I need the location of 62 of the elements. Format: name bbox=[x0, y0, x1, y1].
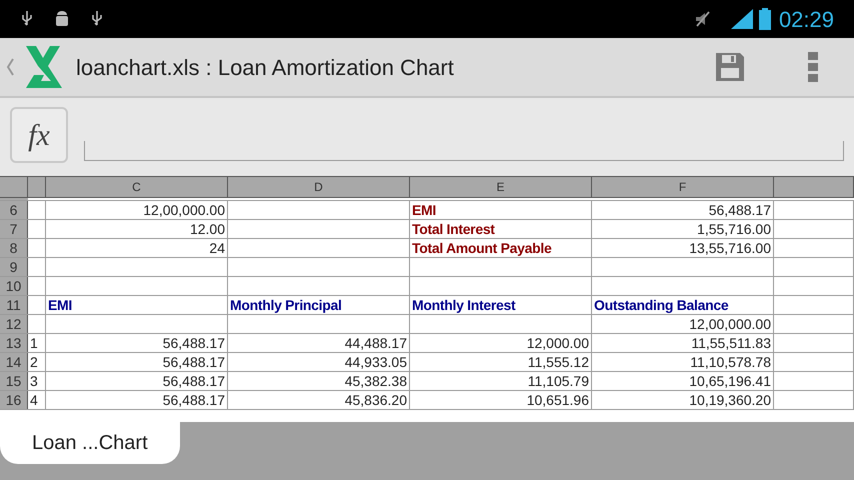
back-caret-icon[interactable] bbox=[6, 57, 14, 77]
sheet-tab[interactable]: Loan ...Chart bbox=[0, 422, 180, 464]
column-header[interactable]: E bbox=[410, 177, 592, 197]
row-header[interactable]: 7 bbox=[0, 220, 28, 238]
row-header[interactable]: 15 bbox=[0, 372, 28, 390]
row-header[interactable]: 12 bbox=[0, 315, 28, 333]
cell-text: 12,00,000.00 bbox=[142, 203, 225, 217]
cell-text: 45,382.38 bbox=[344, 374, 407, 388]
cell-text: 56,488.17 bbox=[162, 374, 225, 388]
cell-text: Total Amount Payable bbox=[412, 241, 552, 255]
cell-text: 56,488.17 bbox=[162, 336, 225, 350]
cell-text: Total Interest bbox=[412, 222, 496, 236]
cell-text: 11,555.12 bbox=[526, 355, 589, 369]
cell-text: 13,55,716.00 bbox=[688, 241, 771, 255]
cell-text: 10,65,196.41 bbox=[688, 374, 771, 388]
spreadsheet-logo-icon bbox=[24, 46, 62, 88]
row-header[interactable]: 16 bbox=[0, 391, 28, 409]
cell-text: 2 bbox=[30, 355, 39, 369]
cell-text: Monthly Interest bbox=[412, 298, 516, 312]
cell-text: 11,105.79 bbox=[526, 374, 589, 388]
cell-text: 45,836.20 bbox=[344, 393, 407, 407]
cell-text: 3 bbox=[30, 374, 39, 388]
cell-text: EMI bbox=[412, 203, 437, 217]
cell-text: 10,651.96 bbox=[526, 393, 589, 407]
cell-text: 12.00 bbox=[188, 222, 225, 236]
row-header[interactable]: 11 bbox=[0, 296, 28, 314]
cell-text: 12,00,000.00 bbox=[688, 317, 771, 331]
row-header[interactable]: 6 bbox=[0, 201, 28, 219]
cell-text: 10,19,360.20 bbox=[688, 393, 771, 407]
row-header[interactable]: 10 bbox=[0, 277, 28, 295]
cell-text: 44,488.17 bbox=[344, 336, 407, 350]
cell-text: Monthly Principal bbox=[230, 298, 343, 312]
android-icon bbox=[54, 10, 70, 28]
usb-icon bbox=[90, 10, 104, 28]
row-header[interactable]: 8 bbox=[0, 239, 28, 257]
row-header[interactable]: 14 bbox=[0, 353, 28, 371]
function-button[interactable]: fx bbox=[10, 107, 68, 163]
save-icon[interactable] bbox=[714, 51, 746, 83]
cell-text: 56,488.17 bbox=[162, 393, 225, 407]
column-header[interactable]: F bbox=[592, 177, 774, 197]
cell-text: EMI bbox=[48, 298, 73, 312]
cell-text: 44,933.05 bbox=[344, 355, 407, 369]
overflow-menu-icon[interactable] bbox=[808, 52, 818, 82]
cell-text: 56,488.17 bbox=[162, 355, 225, 369]
cell-text: 1 bbox=[30, 336, 39, 350]
cell-text: 24 bbox=[208, 241, 225, 255]
document-title: loanchart.xls : Loan Amortization Chart bbox=[76, 54, 454, 82]
cell-text: 4 bbox=[30, 393, 39, 407]
column-header[interactable]: C bbox=[46, 177, 228, 197]
row-header[interactable]: 9 bbox=[0, 258, 28, 276]
battery-icon bbox=[758, 8, 771, 30]
cell-text: 11,10,578.78 bbox=[689, 355, 771, 369]
column-header[interactable]: D bbox=[228, 177, 410, 197]
cell-text: 56,488.17 bbox=[708, 203, 771, 217]
clock-time: 02:29 bbox=[778, 6, 834, 34]
row-header[interactable]: 13 bbox=[0, 334, 28, 352]
usb-icon bbox=[20, 10, 34, 28]
signal-icon bbox=[730, 9, 753, 29]
cell-text: 11,55,511.83 bbox=[690, 336, 771, 350]
cell-text: 1,55,716.00 bbox=[696, 222, 771, 236]
cell-text: 12,000.00 bbox=[526, 336, 589, 350]
cell-text: Outstanding Balance bbox=[594, 298, 730, 312]
